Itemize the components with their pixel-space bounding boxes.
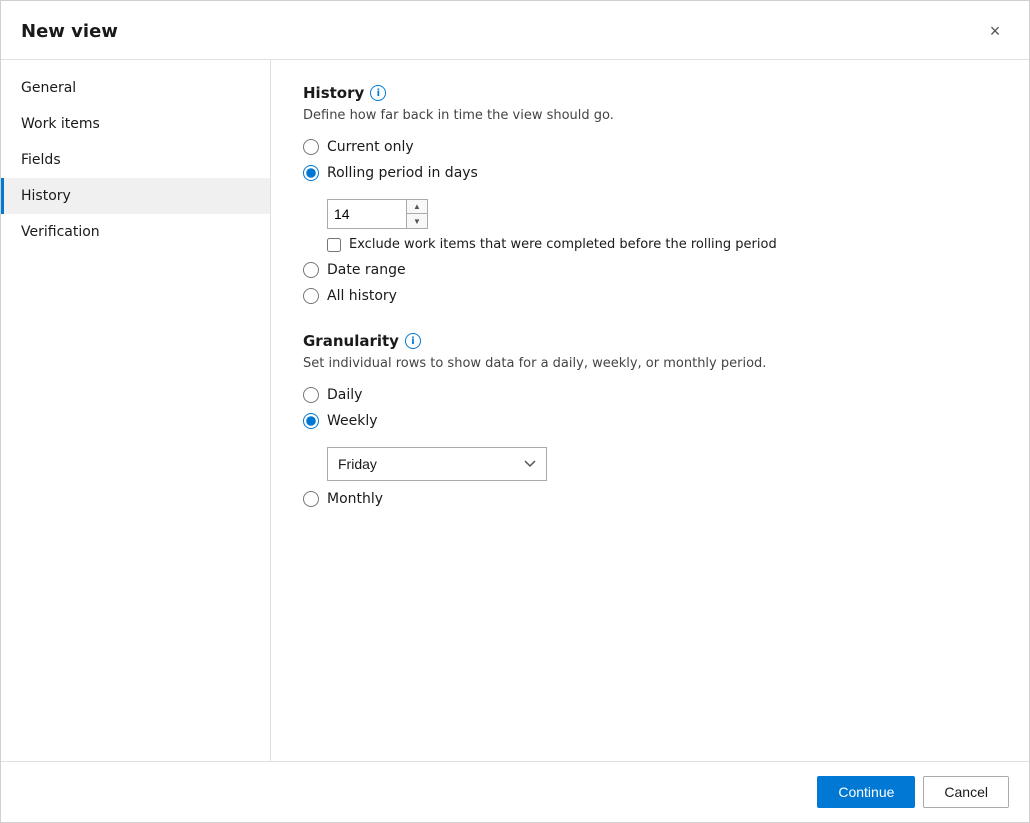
continue-button[interactable]: Continue — [817, 776, 915, 808]
history-radio-rolling[interactable] — [303, 165, 319, 181]
history-title: History i — [303, 84, 997, 102]
granularity-description: Set individual rows to show data for a d… — [303, 356, 997, 371]
granularity-label-monthly: Monthly — [327, 491, 383, 507]
granularity-section: Granularity i Set individual rows to sho… — [303, 332, 997, 507]
history-options: Current only Rolling period in days ▲ — [303, 139, 997, 304]
history-info-icon[interactable]: i — [370, 85, 386, 101]
exclude-checkbox[interactable] — [327, 238, 341, 252]
granularity-radio-daily[interactable] — [303, 387, 319, 403]
sidebar-item-general[interactable]: General — [1, 70, 270, 106]
exclude-option[interactable]: Exclude work items that were completed b… — [327, 237, 997, 252]
rolling-sub: ▲ ▼ Exclude work items that were complet… — [327, 199, 997, 252]
granularity-options: Daily Weekly Sunday Monday Tuesday Wed — [303, 387, 997, 507]
sidebar: GeneralWork itemsFieldsHistoryVerificati… — [1, 60, 271, 761]
granularity-label-daily: Daily — [327, 387, 362, 403]
granularity-option-weekly[interactable]: Weekly — [303, 413, 997, 429]
weekly-day-select[interactable]: Sunday Monday Tuesday Wednesday Thursday… — [327, 447, 547, 481]
history-label-rolling: Rolling period in days — [327, 165, 478, 181]
granularity-label-weekly: Weekly — [327, 413, 378, 429]
dialog-footer: Continue Cancel — [1, 761, 1029, 822]
history-label-allhistory: All history — [327, 288, 397, 304]
close-icon: × — [990, 21, 1001, 42]
cancel-button[interactable]: Cancel — [923, 776, 1009, 808]
granularity-radio-weekly[interactable] — [303, 413, 319, 429]
sidebar-item-fields[interactable]: Fields — [1, 142, 270, 178]
close-button[interactable]: × — [981, 17, 1009, 45]
new-view-dialog: New view × GeneralWork itemsFieldsHistor… — [0, 0, 1030, 823]
granularity-info-icon[interactable]: i — [405, 333, 421, 349]
rolling-days-input[interactable] — [327, 199, 407, 229]
sidebar-item-history[interactable]: History — [1, 178, 270, 214]
granularity-radio-monthly[interactable] — [303, 491, 319, 507]
dialog-title: New view — [21, 21, 118, 42]
history-option-current[interactable]: Current only — [303, 139, 997, 155]
history-radio-allhistory[interactable] — [303, 288, 319, 304]
history-section: History i Define how far back in time th… — [303, 84, 997, 304]
granularity-option-daily[interactable]: Daily — [303, 387, 997, 403]
history-description: Define how far back in time the view sho… — [303, 108, 997, 123]
dialog-body: GeneralWork itemsFieldsHistoryVerificati… — [1, 60, 1029, 761]
spinner-down[interactable]: ▼ — [407, 214, 427, 228]
spinner-up[interactable]: ▲ — [407, 200, 427, 214]
granularity-title: Granularity i — [303, 332, 997, 350]
content-area: History i Define how far back in time th… — [271, 60, 1029, 761]
history-label-daterange: Date range — [327, 262, 406, 278]
sidebar-item-verification[interactable]: Verification — [1, 214, 270, 250]
history-option-rolling[interactable]: Rolling period in days — [303, 165, 997, 181]
history-label-current: Current only — [327, 139, 414, 155]
exclude-label: Exclude work items that were completed b… — [349, 237, 777, 252]
history-radio-daterange[interactable] — [303, 262, 319, 278]
history-option-allhistory[interactable]: All history — [303, 288, 997, 304]
spinner-buttons: ▲ ▼ — [407, 199, 428, 229]
rolling-days-wrapper: ▲ ▼ — [327, 199, 997, 229]
history-option-daterange[interactable]: Date range — [303, 262, 997, 278]
history-radio-current[interactable] — [303, 139, 319, 155]
granularity-option-monthly[interactable]: Monthly — [303, 491, 997, 507]
sidebar-item-work-items[interactable]: Work items — [1, 106, 270, 142]
weekly-sub: Sunday Monday Tuesday Wednesday Thursday… — [327, 447, 997, 481]
dialog-header: New view × — [1, 1, 1029, 60]
